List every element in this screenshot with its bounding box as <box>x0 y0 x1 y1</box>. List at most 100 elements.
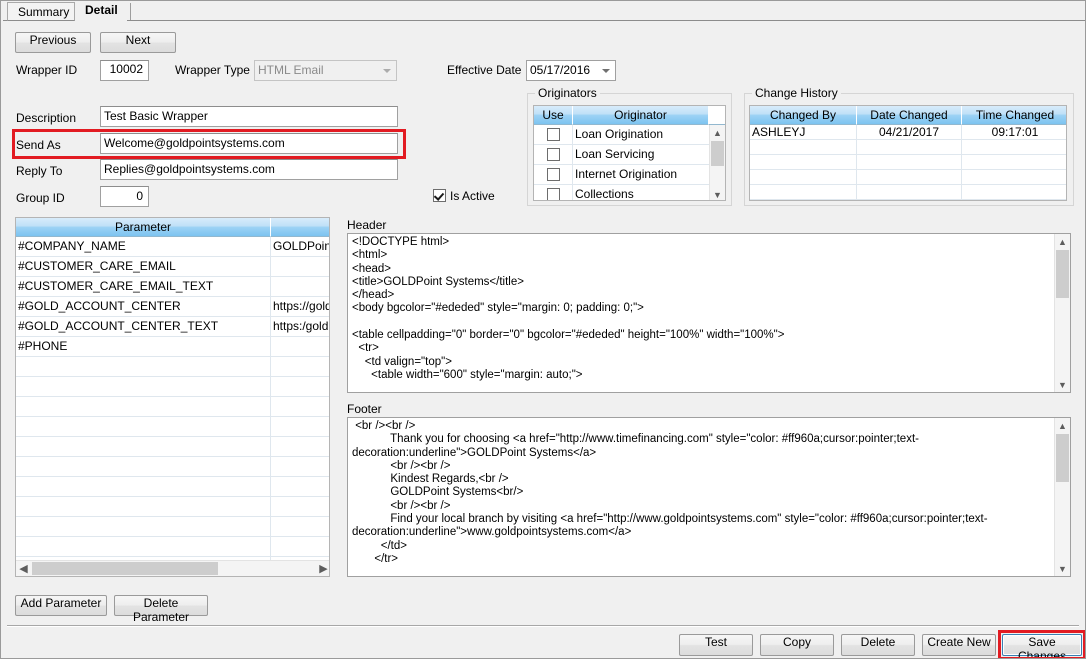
parameter-value-cell[interactable] <box>271 277 329 296</box>
originator-use-cell[interactable] <box>534 125 573 144</box>
table-row[interactable] <box>16 477 329 497</box>
date-changed-cell[interactable]: 04/21/2017 <box>857 125 962 139</box>
description-input[interactable]: Test Basic Wrapper <box>100 106 398 127</box>
previous-button[interactable]: Previous <box>15 32 91 53</box>
parameter-name-cell[interactable] <box>16 457 271 476</box>
change-history-col-changed-by[interactable]: Changed By <box>750 106 857 125</box>
date-changed-cell[interactable] <box>857 140 962 154</box>
table-row[interactable]: #COMPANY_NAME GOLDPoint <box>16 237 329 257</box>
table-row[interactable] <box>16 497 329 517</box>
parameter-name-cell[interactable]: #GOLD_ACCOUNT_CENTER <box>16 297 271 316</box>
parameter-name-cell[interactable] <box>16 397 271 416</box>
time-changed-cell[interactable] <box>962 185 1066 199</box>
parameter-value-cell[interactable] <box>271 397 329 416</box>
originator-name-cell[interactable]: Internet Origination <box>573 165 710 184</box>
parameter-value-cell[interactable] <box>271 437 329 456</box>
parameter-value-cell[interactable] <box>271 337 329 356</box>
time-changed-cell[interactable] <box>962 140 1066 154</box>
effective-date-picker[interactable]: 05/17/2016 <box>526 60 616 81</box>
parameter-value-cell[interactable] <box>271 497 329 516</box>
changed-by-cell[interactable] <box>750 185 857 199</box>
test-button[interactable]: Test <box>679 634 753 656</box>
date-changed-cell[interactable] <box>857 155 962 169</box>
table-row[interactable] <box>16 377 329 397</box>
delete-button[interactable]: Delete <box>841 634 915 656</box>
parameter-name-cell[interactable] <box>16 537 271 556</box>
table-row[interactable]: Internet Origination <box>534 165 710 185</box>
originator-name-cell[interactable]: Collections <box>573 185 710 200</box>
originator-name-cell[interactable]: Loan Origination <box>573 125 710 144</box>
parameter-value-cell[interactable]: https:/goldp <box>271 317 329 336</box>
parameter-name-cell[interactable] <box>16 497 271 516</box>
scroll-up-icon[interactable]: ▲ <box>1055 234 1070 249</box>
date-changed-cell[interactable] <box>857 170 962 184</box>
parameter-grid[interactable]: Parameter #COMPANY_NAME GOLDPoint #CUSTOME… <box>15 217 330 577</box>
parameter-value-cell[interactable] <box>271 477 329 496</box>
time-changed-cell[interactable]: 09:17:01 <box>962 125 1066 139</box>
footer-code-editor[interactable]: <br /><br /> Thank you for choosing <a h… <box>347 417 1071 577</box>
table-row[interactable]: #CUSTOMER_CARE_EMAIL_TEXT <box>16 277 329 297</box>
scroll-down-icon[interactable]: ▼ <box>710 187 725 200</box>
table-row[interactable]: ASHLEYJ 04/21/2017 09:17:01 <box>750 125 1066 140</box>
send-as-input[interactable]: Welcome@goldpointsystems.com <box>100 133 398 154</box>
parameter-name-cell[interactable] <box>16 437 271 456</box>
parameter-name-cell[interactable]: #CUSTOMER_CARE_EMAIL <box>16 257 271 276</box>
next-button[interactable]: Next <box>100 32 176 53</box>
changed-by-cell[interactable]: ASHLEYJ <box>750 125 857 139</box>
table-row[interactable]: #PHONE <box>16 337 329 357</box>
header-code-editor[interactable]: <!DOCTYPE html> <html> <head> <title>GOL… <box>347 233 1071 393</box>
table-row[interactable] <box>750 170 1066 185</box>
table-row[interactable] <box>16 537 329 557</box>
parameter-value-cell[interactable] <box>271 357 329 376</box>
time-changed-cell[interactable] <box>962 170 1066 184</box>
originator-use-cell[interactable] <box>534 145 573 164</box>
parameter-value-cell[interactable] <box>271 517 329 536</box>
originators-col-use[interactable]: Use <box>534 106 573 125</box>
originator-use-checkbox[interactable] <box>546 188 560 200</box>
table-row[interactable] <box>16 457 329 477</box>
table-row[interactable]: #CUSTOMER_CARE_EMAIL <box>16 257 329 277</box>
parameter-name-cell[interactable]: #GOLD_ACCOUNT_CENTER_TEXT <box>16 317 271 336</box>
parameter-value-cell[interactable]: https://gold <box>271 297 329 316</box>
scroll-up-icon[interactable]: ▲ <box>1055 418 1070 433</box>
table-row[interactable]: #GOLD_ACCOUNT_CENTER https://gold <box>16 297 329 317</box>
parameter-name-cell[interactable] <box>16 357 271 376</box>
parameter-name-cell[interactable]: #CUSTOMER_CARE_EMAIL_TEXT <box>16 277 271 296</box>
scroll-left-icon[interactable]: ◀ <box>16 561 31 576</box>
wrapper-type-combobox[interactable]: HTML Email <box>254 60 397 81</box>
table-row[interactable] <box>16 397 329 417</box>
scrollbar-thumb[interactable] <box>1056 434 1069 482</box>
table-row[interactable] <box>750 185 1066 200</box>
originators-vertical-scrollbar[interactable]: ▲ ▼ <box>709 125 725 200</box>
date-changed-cell[interactable] <box>857 185 962 199</box>
scroll-right-icon[interactable]: ▶ <box>316 561 329 576</box>
table-row[interactable]: Loan Servicing <box>534 145 710 165</box>
scroll-down-icon[interactable]: ▼ <box>1055 561 1070 576</box>
parameter-value-cell[interactable]: GOLDPoint <box>271 237 329 256</box>
table-row[interactable]: #GOLD_ACCOUNT_CENTER_TEXT https:/goldp <box>16 317 329 337</box>
scrollbar-thumb[interactable] <box>711 141 724 166</box>
wrapper-id-input[interactable]: 10002 <box>100 60 149 81</box>
originator-use-cell[interactable] <box>534 185 573 200</box>
scroll-up-icon[interactable]: ▲ <box>710 125 725 140</box>
parameter-name-cell[interactable] <box>16 417 271 436</box>
originator-name-cell[interactable]: Loan Servicing <box>573 145 710 164</box>
save-changes-button[interactable]: Save Changes <box>1002 634 1082 658</box>
add-parameter-button[interactable]: Add Parameter <box>15 595 107 616</box>
footer-vertical-scrollbar[interactable]: ▲ ▼ <box>1054 418 1070 576</box>
change-history-col-date-changed[interactable]: Date Changed <box>857 106 962 125</box>
change-history-col-time-changed[interactable]: Time Changed <box>962 106 1066 125</box>
header-vertical-scrollbar[interactable]: ▲ ▼ <box>1054 234 1070 392</box>
originator-use-checkbox[interactable] <box>546 148 560 161</box>
table-row[interactable]: Loan Origination <box>534 125 710 145</box>
parameter-name-cell[interactable] <box>16 377 271 396</box>
parameter-value-cell[interactable] <box>271 457 329 476</box>
originators-grid[interactable]: Use Originator Loan Origination Loan Ser… <box>533 105 726 201</box>
parameter-name-cell[interactable]: #COMPANY_NAME <box>16 237 271 256</box>
copy-button[interactable]: Copy <box>760 634 834 656</box>
reply-to-input[interactable]: Replies@goldpointsystems.com <box>100 159 398 180</box>
changed-by-cell[interactable] <box>750 140 857 154</box>
change-history-grid[interactable]: Changed By Date Changed Time Changed ASH… <box>749 105 1067 201</box>
scrollbar-thumb[interactable] <box>1056 250 1069 298</box>
parameter-value-cell[interactable] <box>271 417 329 436</box>
